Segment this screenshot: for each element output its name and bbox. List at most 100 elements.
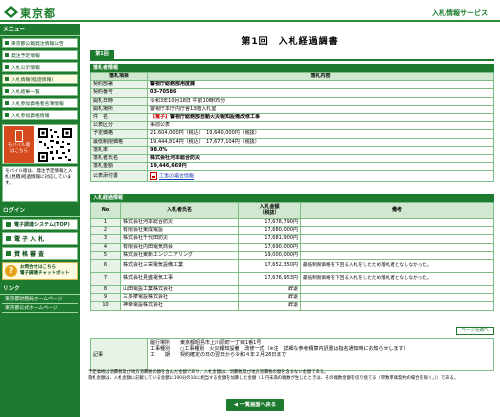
bid-no: 6 xyxy=(90,258,121,273)
row-label: 公表添付書 xyxy=(90,170,148,183)
row-value: 19,446,669円 xyxy=(150,163,187,170)
tokyo-emblem-icon xyxy=(4,6,18,18)
bid-note xyxy=(300,284,494,295)
bid-amount: 辞退 xyxy=(238,284,301,295)
table-row: 予定価格 21,604,000円（税込） 19,640,000円（税抜） xyxy=(90,129,494,139)
menu-heading: メニュー xyxy=(0,24,80,36)
page-top-link[interactable]: ページ先頭へ xyxy=(456,327,494,335)
login-link-label: 資格審査 xyxy=(14,251,47,258)
attachment-link[interactable]: 工事の場合情報 xyxy=(159,174,194,180)
table-row: 6 株式会社三栄電気設備工業 17,652,350円 最低制限価格を下回る入札をしたた… xyxy=(90,258,494,273)
row-label: 落札者氏名 xyxy=(90,153,148,164)
bid-amount: 17,681,900円 xyxy=(238,234,301,244)
bullet-icon xyxy=(5,53,9,57)
tokyo-logo[interactable]: 東京都 xyxy=(4,5,64,20)
row-value-cell: 警視庁本庁内庁舎13階入札室 xyxy=(147,104,494,114)
back-button-label: 一覧画面へ戻る xyxy=(239,402,277,408)
sidebar-item-label: 入札情報(経過情報) xyxy=(11,77,54,83)
sidebar-item-label: 発注予定情報 xyxy=(11,53,40,59)
bidder-name: 有限会社内田電気商会 xyxy=(120,242,239,252)
help-banner[interactable]: ? お問合せはこちら 電子調達チャットボット xyxy=(2,262,78,280)
login-link[interactable]: 電子調達システム(TOP) xyxy=(2,219,78,230)
bullet-icon xyxy=(6,222,11,227)
mobile-badge[interactable]: モバイル版 はこちら xyxy=(4,126,34,163)
logo-text: 東京都 xyxy=(20,7,56,20)
row-value: 98.0% xyxy=(150,146,168,153)
sidebar-item[interactable]: 入札参加資格者名簿情報 xyxy=(2,98,78,108)
table-row: 最低制限価格 19,444,814円（税込） 17,677,104円（税抜） xyxy=(90,137,494,147)
row-value-cell: 事前公表 xyxy=(147,121,494,131)
table-row: 公表添付書 工事の場合情報 xyxy=(90,170,494,183)
table-row: 契約番号 03-70586 xyxy=(90,88,494,98)
footnotes: 予定価格は消費税及び地方消費税の額を含んだ金額であり、入札金額は、消費税及び地方… xyxy=(0,370,500,381)
sidebar-item-label: 東京都公報発注情報公告 xyxy=(11,41,64,47)
bidder-name: 株式会社河本総合防災 xyxy=(120,217,239,228)
bid-no: 2 xyxy=(90,226,121,236)
table-row: 10 神幸電設株式会社 辞退 xyxy=(90,301,494,311)
sidebar-item[interactable]: 入札情報(経過情報) xyxy=(2,74,78,84)
col-header-note: 備考 xyxy=(300,202,494,219)
bidder-name: 有限会社東成電設 xyxy=(120,226,239,236)
winner-section-heading: 落札者情報 xyxy=(90,64,494,72)
bullet-icon xyxy=(5,65,9,69)
table-row: 2 有限会社東成電設 17,680,000円 xyxy=(90,226,494,236)
row-label: 開札場所 xyxy=(90,104,148,114)
row-label: 落札金額 xyxy=(90,162,148,172)
external-link[interactable]: 東京都公式ホームページ xyxy=(2,304,78,313)
bullet-icon xyxy=(5,113,9,117)
mobile-banner[interactable]: モバイル版 はこちら xyxy=(2,124,78,164)
row-value: 19,444,814円（税込） 17,677,104円（税抜） xyxy=(150,138,260,145)
bid-note xyxy=(300,217,494,228)
bid-no: 7 xyxy=(90,271,121,286)
bid-amount: 辞退 xyxy=(238,301,301,311)
row-value-cell: 98.0% xyxy=(147,145,494,155)
pdf-file-icon[interactable] xyxy=(150,172,157,180)
site-header: 東京都 入札情報サービス xyxy=(0,0,500,22)
bid-note: 最低制限価格を下回る入札をしたため落札者となしなかった。 xyxy=(300,271,494,286)
main-content: 第1回 入札経過調書 第1回 落札者情報 落札項目 落札内容 契約部署 警視庁総務… xyxy=(86,24,494,417)
sidebar-item-label: 入札参加資格者名簿情報 xyxy=(11,101,64,107)
row-value: 03-70586 xyxy=(150,89,177,96)
bid-no: 9 xyxy=(90,293,121,303)
sidebar-item[interactable]: 入札公示情報 xyxy=(2,62,78,72)
sidebar-item[interactable]: 発注予定情報 xyxy=(2,50,78,60)
row-label: 契約番号 xyxy=(90,88,148,98)
bid-note xyxy=(300,293,494,303)
bidder-name: 株式会社見盛電気工事 xyxy=(120,271,239,286)
smartphone-icon xyxy=(15,130,23,142)
bid-amount: 17,676,953円 xyxy=(238,271,301,286)
table-row: 7 株式会社見盛電気工事 17,676,953円 最低制限価格を下回る入札をしたため落… xyxy=(90,271,494,286)
row-value-cell: 03-70586 xyxy=(147,88,494,98)
link-heading: リンク xyxy=(0,283,80,295)
row-label: 公表区分 xyxy=(90,121,148,131)
remarks-table: 記事 履行場所 東京都昭島市上川原町一丁目1番1号 工事種別 ○工事種別 火災報知… xyxy=(90,338,494,371)
bid-note xyxy=(300,226,494,236)
col-header-content: 落札内容 xyxy=(147,71,494,82)
login-link[interactable]: 電子入札 xyxy=(2,232,78,245)
login-link-label: 電子調達システム(TOP) xyxy=(14,222,70,228)
login-link[interactable]: 資格審査 xyxy=(2,247,78,260)
sidebar-item[interactable]: 入札参加資格情報 xyxy=(2,110,78,120)
table-row: 9 三多摩電設株式会社 辞退 xyxy=(90,293,494,303)
row-label: 予定価格 xyxy=(90,129,148,139)
back-to-list-button[interactable]: ◀ 一覧画面へ戻る xyxy=(226,399,284,411)
bid-amount: 17,680,000円 xyxy=(238,226,301,236)
row-label: 開札日時 xyxy=(90,96,148,106)
tab-round-1[interactable]: 第1回 xyxy=(90,50,114,59)
tab-underline xyxy=(90,59,494,61)
bid-no: 10 xyxy=(90,301,121,311)
row-label: 契約部署 xyxy=(90,80,148,90)
table-row: 落札金額 19,446,669円 xyxy=(90,162,494,172)
winner-table: 落札項目 落札内容 契約部署 警視庁総務部用度課 契約番号 03-70586 開札日時令… xyxy=(90,71,494,183)
sidebar-item[interactable]: 入札結果一覧 xyxy=(2,86,78,96)
row-label: 件 名 xyxy=(90,112,148,123)
external-link[interactable]: 東京都財務局ホームページ xyxy=(2,295,78,304)
sidebar-item[interactable]: 東京都公報発注情報公告 xyxy=(2,38,78,48)
bidder-name: 神幸電設株式会社 xyxy=(120,301,239,311)
bid-note xyxy=(300,301,494,311)
row-value: 警視庁本庁内庁舎13階入札室 xyxy=(150,105,217,112)
row-value: 警視庁総務部自動火災報知設備改修工事 xyxy=(170,114,261,121)
row-value: 株式会社河本総合防災 xyxy=(150,154,201,161)
service-title: 入札情報サービス xyxy=(432,9,488,17)
row-value-cell: 21,604,000円（税込） 19,640,000円（税抜） xyxy=(147,129,494,139)
